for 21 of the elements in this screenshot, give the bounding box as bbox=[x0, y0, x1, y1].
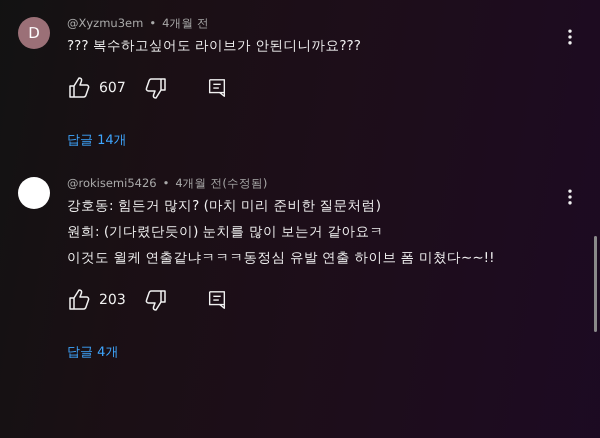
separator-dot: • bbox=[162, 176, 170, 190]
avatar[interactable] bbox=[18, 177, 50, 209]
timestamp: 4개월 전(수정됨) bbox=[175, 176, 268, 190]
like-count: 607 bbox=[99, 80, 126, 96]
comment-text: ??? 복수하고싶어도 라이브가 안된디니까요??? bbox=[67, 37, 362, 56]
avatar[interactable]: D bbox=[18, 17, 50, 49]
comment-text: 강호동: 힘든거 많지? (마치 미리 준비한 질문처럼) bbox=[67, 197, 382, 216]
username[interactable]: @rokisemi5426 bbox=[67, 176, 157, 190]
comment-text: 이것도 윌케 연출같냐ㅋㅋㅋ동정심 유발 연출 하이브 폼 미쳤다~~!! bbox=[67, 249, 496, 268]
dislike-icon[interactable] bbox=[144, 288, 168, 312]
comment-text: 원희: (기다렸단듯이) 눈치를 많이 보는거 같아요ㅋ bbox=[67, 223, 385, 242]
like-count: 203 bbox=[99, 292, 126, 308]
timestamp: 4개월 전 bbox=[162, 16, 210, 30]
separator-dot: • bbox=[149, 16, 156, 30]
username[interactable]: @Xyzmu3em bbox=[67, 16, 144, 30]
replies-link[interactable]: 답글 14개 bbox=[67, 131, 127, 149]
like-icon[interactable] bbox=[67, 288, 91, 312]
like-icon[interactable] bbox=[67, 76, 91, 100]
replies-link[interactable]: 답글 4개 bbox=[67, 343, 118, 361]
scrollbar[interactable] bbox=[594, 236, 597, 332]
dislike-icon[interactable] bbox=[144, 76, 168, 100]
